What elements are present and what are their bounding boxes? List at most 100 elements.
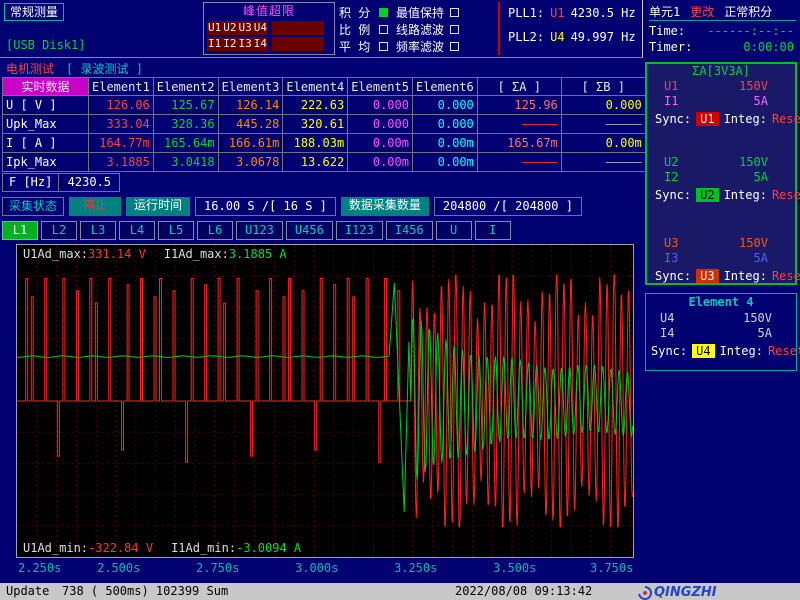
pll2-source[interactable]: U4 xyxy=(550,30,564,48)
integ-reset-button[interactable]: Reset xyxy=(772,269,800,283)
x-tick-label: 2.250s xyxy=(18,561,61,575)
value-cell: 445.28 xyxy=(218,115,283,134)
max-annotations: U1Ad_max:331.14 V I1Ad_max:3.1885 A xyxy=(23,247,287,261)
x-tick-label: 3.500s xyxy=(493,561,536,575)
waveform-chart: U1Ad_max:331.14 V I1Ad_max:3.1885 A U1Ad… xyxy=(16,244,634,558)
datetime: 2022/08/08 09:13:42 xyxy=(455,583,592,600)
current-channel: I3 xyxy=(664,251,678,266)
averaging-checkbox[interactable] xyxy=(379,42,388,51)
tab-l2[interactable]: L2 xyxy=(41,221,77,240)
integration-checkbox[interactable] xyxy=(379,8,388,17)
status-bar: Update 738 ( 500ms) 102399 Sum 2022/08/0… xyxy=(0,583,800,600)
column-header: Element3 xyxy=(218,78,283,96)
wave-record-test-label[interactable]: [ 录波测试 ] xyxy=(66,60,143,76)
sync-label: Sync: xyxy=(655,269,691,283)
integ-reset-button[interactable]: Reset xyxy=(772,188,800,202)
value-cell: 0.00m xyxy=(412,134,477,153)
sync-source-badge[interactable]: U3 xyxy=(696,269,718,283)
test-mode-line: 电机测试 [ 录波测试 ] xyxy=(6,60,143,76)
value-cell: 0.000 xyxy=(348,115,413,134)
current-channel: I4 xyxy=(660,326,674,341)
x-tick-label: 2.750s xyxy=(196,561,239,575)
acquisition-strip: 采集状态 停止 运行时间 16.00 S /[ 16 S ] 数据采集数量 20… xyxy=(2,197,582,216)
sync-label: Sync: xyxy=(655,188,691,202)
value-cell: ――――― xyxy=(561,115,645,134)
value-cell: 3.0678 xyxy=(218,153,283,172)
unit-change-button[interactable]: 更改 xyxy=(690,3,714,18)
tab-i[interactable]: I xyxy=(475,221,511,240)
timer-label: Timer: xyxy=(649,40,692,56)
tab-u[interactable]: U xyxy=(436,221,472,240)
runtime-label: 运行时间 xyxy=(126,197,190,216)
row-label: Ipk_Max xyxy=(3,153,89,172)
voltage-range[interactable]: 150V xyxy=(743,311,772,326)
current-range[interactable]: 5A xyxy=(754,94,768,109)
motor-test-label[interactable]: 电机测试 xyxy=(6,60,54,76)
element4-title: Element 4 xyxy=(646,294,796,311)
column-header: [ ΣA ] xyxy=(477,78,561,96)
current-range[interactable]: 5A xyxy=(758,326,772,341)
integ-reset-button[interactable]: Reset xyxy=(772,112,800,126)
tab-l4[interactable]: L4 xyxy=(119,221,155,240)
x-tick-label: 3.250s xyxy=(394,561,437,575)
voltage-channel: U3 xyxy=(664,236,678,251)
value-cell: 0.00m xyxy=(412,153,477,172)
i-min-value: -3.0094 A xyxy=(236,541,301,555)
tab-i456[interactable]: I456 xyxy=(386,221,433,240)
tab-l6[interactable]: L6 xyxy=(197,221,233,240)
tab-u123[interactable]: U123 xyxy=(236,221,283,240)
sync-label: Sync: xyxy=(655,112,691,126)
measurement-mode-box[interactable]: 常规测量 xyxy=(4,3,64,21)
value-cell: 166.61m xyxy=(218,134,283,153)
element2-group: U2150V I25A Sync: U2 Integ: Reset xyxy=(650,155,792,203)
voltage-range[interactable]: 150V xyxy=(739,79,768,94)
max-hold-checkbox[interactable] xyxy=(450,8,459,17)
sync-source-badge[interactable]: U1 xyxy=(696,112,718,126)
realtime-data-table: 实时数据 Element1 Element2 Element3 Element4… xyxy=(2,77,646,172)
u-min-value: -322.84 V xyxy=(88,541,153,555)
tab-l3[interactable]: L3 xyxy=(80,221,116,240)
u-peak-indicators: U1U2U3U4 xyxy=(207,21,268,35)
max-hold-label: 最值保持 xyxy=(396,4,444,21)
column-header: Element2 xyxy=(153,78,218,96)
value-cell: 0.000 xyxy=(412,96,477,115)
value-cell: 0.00m xyxy=(348,153,413,172)
unit-name: 单元1 xyxy=(649,3,680,18)
current-channel: I1 xyxy=(664,94,678,109)
tab-l1[interactable]: L1 xyxy=(2,221,38,240)
brand-logo: QINGZHI xyxy=(638,584,717,600)
voltage-range[interactable]: 150V xyxy=(739,155,768,170)
voltage-channel: U1 xyxy=(664,79,678,94)
row-label: I [ A ] xyxy=(3,134,89,153)
line-filter-checkbox[interactable] xyxy=(450,25,459,34)
averaging-label: 平 均 xyxy=(339,38,379,55)
update-label: Update xyxy=(6,583,49,600)
value-cell: 3.0418 xyxy=(153,153,218,172)
value-cell: 126.14 xyxy=(218,96,283,115)
tab-i123[interactable]: I123 xyxy=(336,221,383,240)
value-cell: 125.96 xyxy=(477,96,561,115)
i-max-value: 3.1885 A xyxy=(229,247,287,261)
i-max-label: I1Ad_max: xyxy=(164,247,229,261)
row-label: U [ V ] xyxy=(3,96,89,115)
current-range[interactable]: 5A xyxy=(754,251,768,266)
current-range[interactable]: 5A xyxy=(754,170,768,185)
timer-value: 0:00:00 xyxy=(743,40,794,56)
element4-panel: Element 4 U4150V I45A Sync: U4 Integ: Re… xyxy=(645,293,797,371)
header-horizontal-separator xyxy=(0,57,643,58)
tab-l5[interactable]: L5 xyxy=(158,221,194,240)
value-cell: 164.77m xyxy=(89,134,154,153)
sync-source-badge[interactable]: U2 xyxy=(696,188,718,202)
x-tick-label: 2.500s xyxy=(97,561,140,575)
row-label: Upk_Max xyxy=(3,115,89,134)
sync-source-badge[interactable]: U4 xyxy=(692,344,714,358)
scaling-checkbox[interactable] xyxy=(379,25,388,34)
pll1-source[interactable]: U1 xyxy=(550,6,564,24)
freq-filter-checkbox[interactable] xyxy=(450,42,459,51)
peak-panel-title: 峰值超限 xyxy=(207,4,331,19)
voltage-range[interactable]: 150V xyxy=(739,236,768,251)
tab-u456[interactable]: U456 xyxy=(286,221,333,240)
sample-count-label: 数据采集数量 xyxy=(341,197,429,216)
integ-reset-button[interactable]: Reset xyxy=(768,344,800,358)
table-row: U [ V ] 126.06 125.67 126.14 222.63 0.00… xyxy=(3,96,646,115)
